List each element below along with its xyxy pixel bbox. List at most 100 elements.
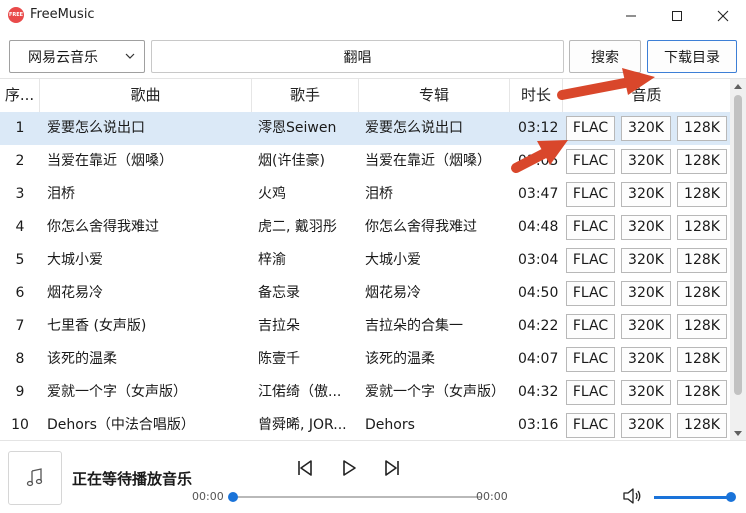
table-row[interactable]: 6 烟花易冷 备忘录 烟花易冷 04:50 FLAC 320K 128K	[0, 277, 730, 310]
row-duration: 04:32	[518, 384, 558, 400]
table-row[interactable]: 2 当爱在靠近（烟嗓） 烟(许佳豪) 当爱在靠近（烟嗓） 03:05 FLAC 320K 12…	[0, 145, 730, 178]
row-index: 6	[15, 285, 25, 301]
scroll-down-icon[interactable]	[733, 428, 743, 438]
row-album: 大城小爱	[365, 252, 421, 268]
maximize-button[interactable]	[654, 0, 700, 31]
row-album: 泪桥	[365, 186, 393, 202]
quality-128k-button[interactable]: 128K	[677, 248, 727, 273]
quality-320k-button[interactable]: 320K	[621, 347, 671, 372]
header-quality[interactable]: 音质	[563, 79, 730, 112]
row-duration: 04:48	[518, 219, 558, 235]
flac-button[interactable]: FLAC	[566, 347, 615, 372]
table-row[interactable]: 8 该死的温柔 陈壹千 该死的温柔 04:07 FLAC 320K 128K	[0, 343, 730, 376]
quality-320k-button[interactable]: 320K	[621, 116, 671, 141]
table-row[interactable]: 10 Dehors（中法合唱版） 曾舜晞, JOR... Dehors 03:16 FLA…	[0, 409, 730, 442]
row-artist: 梓渝	[258, 252, 286, 268]
quality-128k-button[interactable]: 128K	[677, 149, 727, 174]
flac-button[interactable]: FLAC	[566, 248, 615, 273]
header-song[interactable]: 歌曲	[40, 79, 252, 112]
quality-320k-button[interactable]: 320K	[621, 314, 671, 339]
flac-button[interactable]: FLAC	[566, 116, 615, 141]
row-album: 该死的温柔	[365, 351, 435, 367]
vertical-scrollbar[interactable]	[730, 79, 746, 441]
flac-button[interactable]: FLAC	[566, 413, 615, 438]
volume-icon[interactable]	[622, 487, 642, 505]
scroll-up-icon[interactable]	[733, 82, 743, 92]
player-bar: 正在等待播放音乐 00:00 00:00	[0, 440, 746, 513]
row-song: 爱就一个字（女声版）	[47, 384, 187, 400]
row-song: 泪桥	[47, 186, 75, 202]
quality-320k-button[interactable]: 320K	[621, 413, 671, 438]
album-cover	[8, 451, 62, 505]
flac-button[interactable]: FLAC	[566, 215, 615, 240]
previous-track-button[interactable]	[295, 458, 315, 478]
table-row[interactable]: 1 爱要怎么说出口 澪恩Seiwen 爱要怎么说出口 03:12 FLAC 320K 128K	[0, 112, 730, 145]
header-index[interactable]: 序...	[0, 79, 40, 112]
row-song: 七里香 (女声版)	[47, 318, 147, 334]
table-row[interactable]: 5 大城小爱 梓渝 大城小爱 03:04 FLAC 320K 128K	[0, 244, 730, 277]
row-artist: 澪恩Seiwen	[258, 120, 337, 136]
flac-button[interactable]: FLAC	[566, 149, 615, 174]
flac-button[interactable]: FLAC	[566, 314, 615, 339]
quality-128k-button[interactable]: 128K	[677, 314, 727, 339]
table-row[interactable]: 4 你怎么舍得我难过 虎二, 戴羽彤 你怎么舍得我难过 04:48 FLAC 320K 128…	[0, 211, 730, 244]
volume-slider-track[interactable]	[654, 496, 732, 499]
header-album[interactable]: 专辑	[359, 79, 510, 112]
results-table: 序... 歌曲 歌手 专辑 时长 音质 1 爱要怎么说出口 澪恩Seiwen 爱要怎么…	[0, 78, 746, 442]
source-select[interactable]: 网易云音乐	[9, 40, 145, 73]
flac-button[interactable]: FLAC	[566, 182, 615, 207]
flac-button[interactable]: FLAC	[566, 281, 615, 306]
header-duration[interactable]: 时长	[510, 79, 563, 112]
header-artist[interactable]: 歌手	[252, 79, 359, 112]
row-duration: 04:07	[518, 351, 558, 367]
quality-128k-button[interactable]: 128K	[677, 116, 727, 141]
toolbar: 网易云音乐 搜索 下载目录	[0, 31, 746, 76]
row-artist: 火鸡	[258, 186, 286, 202]
search-input[interactable]	[151, 40, 564, 73]
row-album: 爱要怎么说出口	[365, 120, 463, 136]
progress-track[interactable]	[233, 496, 482, 498]
minimize-button[interactable]	[608, 0, 654, 31]
now-playing-text: 正在等待播放音乐	[72, 470, 193, 488]
row-index: 5	[15, 252, 25, 268]
row-album: 烟花易冷	[365, 285, 421, 301]
quality-128k-button[interactable]: 128K	[677, 182, 727, 207]
close-button[interactable]	[700, 0, 746, 31]
quality-320k-button[interactable]: 320K	[621, 182, 671, 207]
table-row[interactable]: 7 七里香 (女声版) 吉拉朵 吉拉朵的合集一 04:22 FLAC 320K 128K	[0, 310, 730, 343]
row-duration: 04:50	[518, 285, 558, 301]
download-directory-button[interactable]: 下载目录	[647, 40, 737, 73]
row-index: 9	[15, 384, 25, 400]
quality-320k-button[interactable]: 320K	[621, 215, 671, 240]
row-index: 7	[15, 318, 25, 334]
search-button[interactable]: 搜索	[569, 40, 641, 73]
volume-slider-knob[interactable]	[726, 492, 736, 502]
quality-128k-button[interactable]: 128K	[677, 281, 727, 306]
quality-320k-button[interactable]: 320K	[621, 380, 671, 405]
row-song: Dehors（中法合唱版）	[47, 417, 195, 433]
quality-128k-button[interactable]: 128K	[677, 380, 727, 405]
quality-320k-button[interactable]: 320K	[621, 281, 671, 306]
flac-button[interactable]: FLAC	[566, 380, 615, 405]
table-header: 序... 歌曲 歌手 专辑 时长 音质	[0, 79, 730, 112]
quality-320k-button[interactable]: 320K	[621, 149, 671, 174]
play-button[interactable]	[339, 458, 359, 478]
quality-320k-button[interactable]: 320K	[621, 248, 671, 273]
row-duration: 03:47	[518, 186, 558, 202]
maximize-icon	[672, 10, 682, 21]
total-time: 00:00	[476, 490, 508, 503]
scroll-thumb[interactable]	[734, 95, 742, 395]
row-song: 烟花易冷	[47, 285, 103, 301]
quality-128k-button[interactable]: 128K	[677, 215, 727, 240]
table-row[interactable]: 9 爱就一个字（女声版） 江偌绮（傲... 爱就一个字（女声版） 04:32 FLAC 32…	[0, 376, 730, 409]
quality-128k-button[interactable]: 128K	[677, 413, 727, 438]
progress-knob[interactable]	[228, 492, 238, 502]
next-track-button[interactable]	[382, 458, 402, 478]
row-index: 8	[15, 351, 25, 367]
row-duration: 03:05	[518, 153, 558, 169]
app-logo: FREE	[8, 7, 24, 23]
quality-128k-button[interactable]: 128K	[677, 347, 727, 372]
table-row[interactable]: 3 泪桥 火鸡 泪桥 03:47 FLAC 320K 128K	[0, 178, 730, 211]
row-artist: 烟(许佳豪)	[258, 153, 325, 169]
row-song: 当爱在靠近（烟嗓）	[47, 153, 173, 169]
